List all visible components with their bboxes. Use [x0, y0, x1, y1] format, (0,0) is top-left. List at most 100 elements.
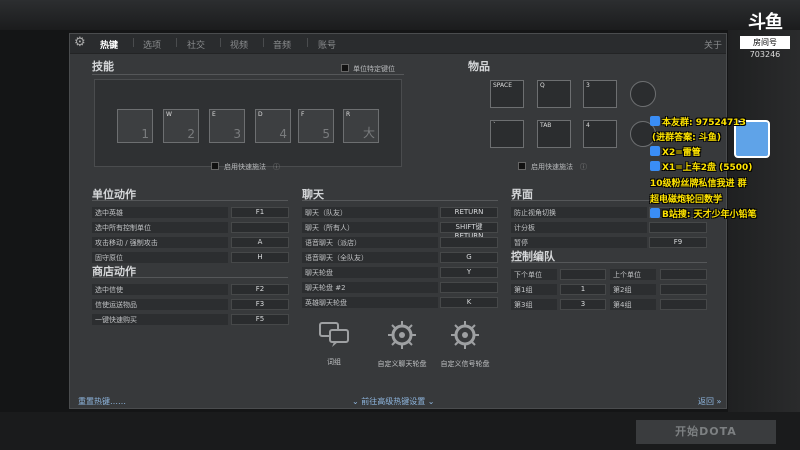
skill-slot-2[interactable]: W 2	[163, 109, 199, 143]
skills-box: 1 W 2 E 3 D 4 F 5 R 大	[94, 79, 402, 167]
control-bind-group-1[interactable]: 1	[560, 284, 606, 295]
hotkey-bind-team-chat[interactable]: RETURN	[440, 207, 498, 218]
overlay-line-3: X2=雷管	[650, 145, 701, 158]
info-icon[interactable]: ⓘ	[273, 162, 280, 172]
custom-ping-wheel-button[interactable]: 自定义信号轮盘	[425, 320, 505, 369]
skills-divider	[92, 74, 404, 75]
tab-account[interactable]: 账号	[318, 38, 336, 51]
reset-hotkeys-link[interactable]: 重置热键……	[78, 396, 126, 407]
hotkey-bind-courier-deliver[interactable]: F3	[231, 299, 289, 310]
overlay-line-6: 超电磁炮轮回数学	[650, 195, 723, 205]
tab-separator: |	[175, 38, 179, 48]
bilibili-icon	[650, 208, 660, 218]
item-slot-6[interactable]: 4	[583, 120, 617, 148]
overlay-line-2: (进群答案: 斗鱼)	[652, 133, 721, 143]
tab-hotkeys[interactable]: 热键	[100, 38, 118, 51]
hotkey-bind-voice-party[interactable]	[440, 237, 498, 248]
hotkey-bind-chat-wheel-2[interactable]	[440, 282, 498, 293]
hotkey-bind-quick-buy[interactable]: F5	[231, 314, 289, 325]
control-row-group-2: 第2组	[610, 284, 656, 295]
control-row-prev-unit: 上个单位	[610, 269, 656, 280]
tab-separator: |	[219, 38, 223, 48]
overlay-line-5: 10级粉丝牌私信我进 群	[650, 179, 747, 189]
douyu-logo-text: 斗鱼	[748, 12, 783, 33]
overlay-line-7: B站搜: 天才少年小铅笔	[650, 207, 757, 220]
back-link[interactable]: 返回 »	[698, 396, 721, 407]
info-icon[interactable]: ⓘ	[580, 162, 587, 172]
control-bind-prev-unit[interactable]	[660, 269, 707, 280]
neutral-slot[interactable]	[630, 81, 656, 107]
control-groups-divider	[511, 262, 707, 263]
background-top-bar	[0, 0, 800, 30]
items-quickcast-checkbox[interactable]	[518, 162, 526, 170]
hotkey-row-team-chat: 聊天（队友）	[302, 207, 438, 218]
item-slot-5[interactable]: TAB	[537, 120, 571, 148]
item-slot-2[interactable]: Q	[537, 80, 571, 108]
hotkey-bind-select-all-units[interactable]	[231, 222, 289, 233]
control-row-next-unit: 下个单位	[511, 269, 557, 280]
hotkey-bind-hero-chat-wheel[interactable]: K	[440, 297, 498, 308]
badge-icon	[650, 161, 660, 171]
hotkey-row-pause: 暂停	[511, 237, 647, 248]
overlay-line-1: 本友群: 97524713	[650, 115, 746, 128]
shop-actions-divider	[92, 277, 288, 278]
room-label: 房间号	[740, 36, 790, 49]
item-slot-4[interactable]: `	[490, 120, 524, 148]
tab-audio[interactable]: 音频	[273, 38, 291, 51]
hotkey-bind-voice-team[interactable]: G	[440, 252, 498, 263]
control-row-group-3: 第3组	[511, 299, 557, 310]
advanced-hotkeys-link[interactable]: ⌄ 前往高级热键设置 ⌄	[352, 396, 435, 407]
hotkey-bind-select-courier[interactable]: F2	[231, 284, 289, 295]
control-bind-group-4[interactable]	[660, 299, 707, 310]
hotkey-bind-all-chat[interactable]: SHIFT键 RETURN	[440, 222, 498, 240]
hotkey-row-voice-party: 语音聊天（派店）	[302, 237, 438, 248]
skill-slot-1[interactable]: 1	[117, 109, 153, 143]
hotkey-row-all-chat: 聊天（所有人）	[302, 222, 438, 233]
chevron-down-icon: ⌄	[352, 397, 362, 406]
hotkey-row-hold-position: 固守原位	[92, 252, 228, 263]
control-bind-group-2[interactable]	[660, 284, 707, 295]
items-quickcast-label: 启用快速施法	[531, 163, 573, 171]
hotkey-bind-chat-wheel[interactable]: Y	[440, 267, 498, 278]
hotkey-bind-select-hero[interactable]: F1	[231, 207, 289, 218]
tab-video[interactable]: 视频	[230, 38, 248, 51]
item-slot-3[interactable]: 3	[583, 80, 617, 108]
douyu-watermark: 斗鱼 房间号 703246	[740, 8, 790, 59]
hotkey-row-chat-wheel: 聊天轮盘	[302, 267, 438, 278]
qq-icon	[650, 116, 660, 126]
tab-options[interactable]: 选项	[143, 38, 161, 51]
control-bind-next-unit[interactable]	[560, 269, 606, 280]
control-row-group-4: 第4组	[610, 299, 656, 310]
unit-actions-divider	[92, 200, 288, 201]
hotkey-row-hero-chat-wheel: 英雄聊天轮盘	[302, 297, 438, 308]
play-dota-button[interactable]: 开始DOTA	[636, 420, 776, 444]
hotkey-bind-hold-position[interactable]: H	[231, 252, 289, 263]
hotkey-row-select-courier: 选中信使	[92, 284, 228, 295]
hotkey-row-quick-buy: 一键快速购买	[92, 314, 228, 325]
hotkey-row-select-hero: 选中英雄	[92, 207, 228, 218]
gear-icon[interactable]: ⚙	[74, 36, 88, 50]
chat-divider	[302, 200, 498, 201]
skill-slot-5[interactable]: F 5	[298, 109, 334, 143]
ability-lock-checkbox[interactable]	[341, 64, 349, 72]
item-slot-1[interactable]: SPACE	[490, 80, 524, 108]
skill-slot-ultimate[interactable]: R 大	[343, 109, 379, 143]
hotkey-row-voice-team: 语音聊天（全队友）	[302, 252, 438, 263]
room-id: 703246	[749, 50, 781, 59]
hotkey-bind-scoreboard[interactable]	[649, 222, 707, 233]
tab-social[interactable]: 社交	[187, 38, 205, 51]
chat-bubbles-icon	[306, 320, 362, 355]
hotkey-bind-pause[interactable]: F9	[649, 237, 707, 248]
about-button[interactable]: 关于	[704, 38, 722, 51]
overlay-line-4: X1=上车2盘 (5500)	[650, 160, 752, 173]
hotkey-row-courier-deliver: 信使运送物品	[92, 299, 228, 310]
skill-slot-4[interactable]: D 4	[255, 109, 291, 143]
phrases-button[interactable]: 词组	[306, 320, 362, 367]
skill-slot-3[interactable]: E 3	[209, 109, 245, 143]
tab-separator: |	[262, 38, 266, 48]
hotkey-bind-attack-move[interactable]: A	[231, 237, 289, 248]
skills-quickcast-checkbox[interactable]	[211, 162, 219, 170]
settings-panel: ⚙ 热键 | 选项 | 社交 | 视频 | 音频 | 账号 关于 技能 单位特定…	[69, 33, 727, 409]
control-bind-group-3[interactable]: 3	[560, 299, 606, 310]
hotkey-row-scoreboard: 计分板	[511, 222, 647, 233]
